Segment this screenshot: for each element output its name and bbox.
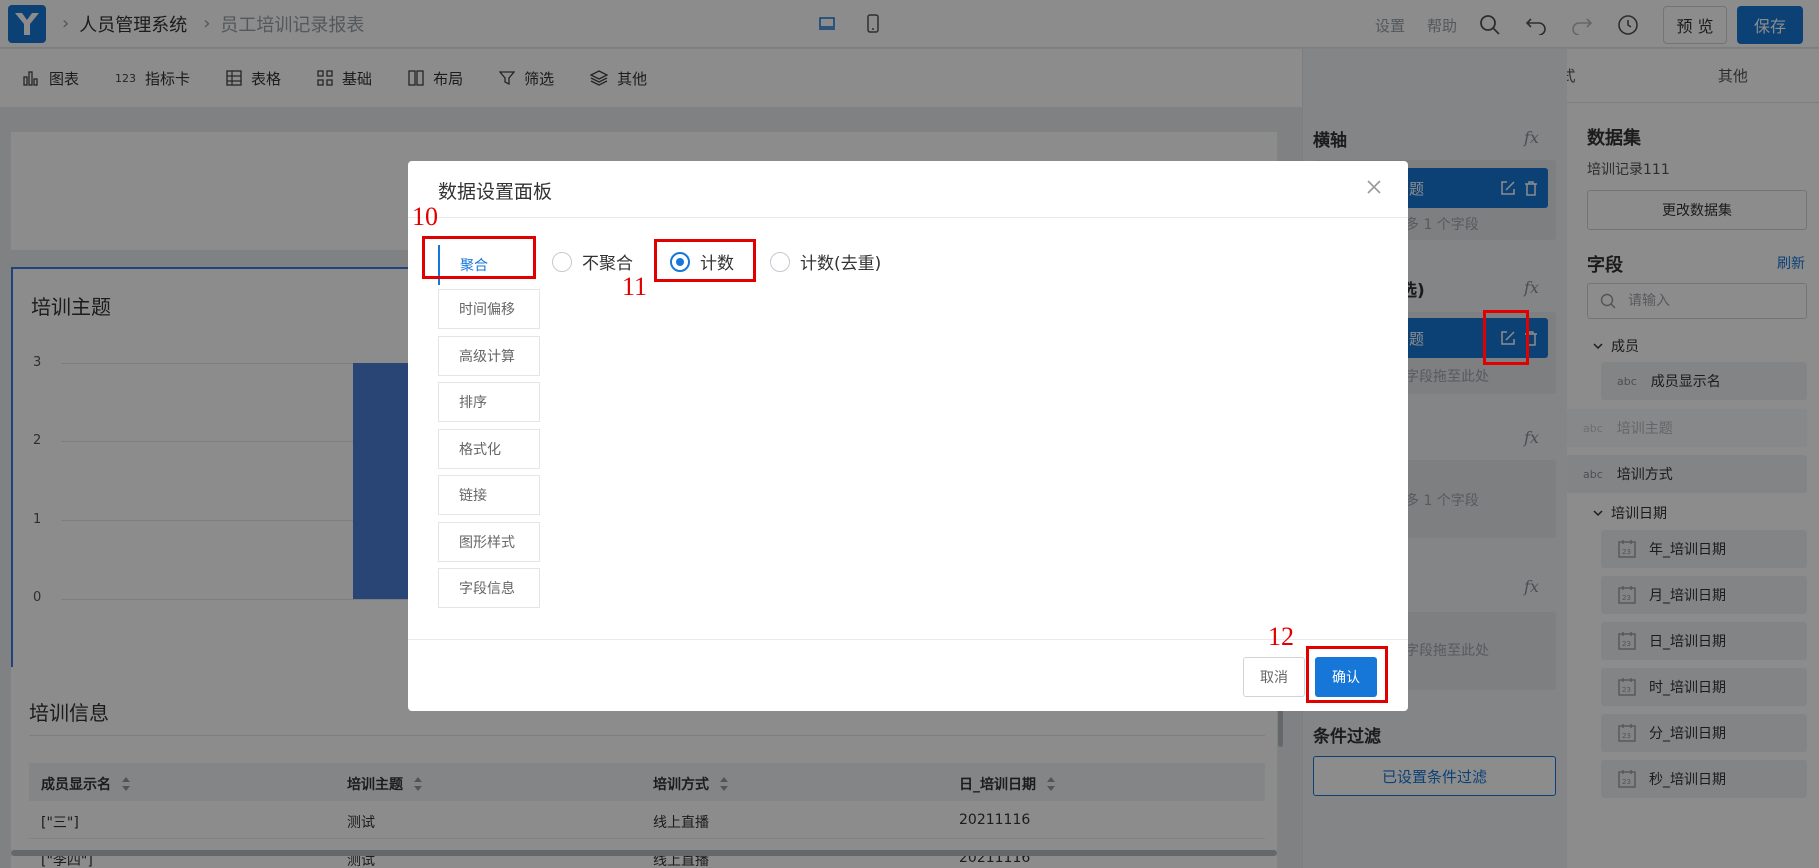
modal-tab-format[interactable]: 格式化 (438, 429, 540, 469)
modal-tab-sort[interactable]: 排序 (438, 382, 540, 422)
annotation-number: 10 (412, 202, 438, 231)
annotation-number: 11 (622, 272, 648, 301)
modal-tab-advanced-calc[interactable]: 高级计算 (438, 336, 540, 376)
modal-tab-graphic-style[interactable]: 图形样式 (438, 522, 540, 562)
annotation-box-count (654, 239, 756, 282)
modal-tab-link[interactable]: 链接 (438, 475, 540, 515)
radio-count-distinct[interactable]: 计数(去重) (770, 249, 881, 274)
radio-circle (770, 251, 790, 272)
data-settings-modal: 数据设置面板 聚合 时间偏移 高级计算 排序 格式化 链接 图形样式 字段信息 … (408, 161, 1408, 711)
radio-no-aggregate[interactable]: 不聚合 (552, 249, 633, 274)
modal-title: 数据设置面板 (438, 181, 553, 203)
close-icon[interactable] (1366, 179, 1382, 195)
modal-tab-field-info[interactable]: 字段信息 (438, 568, 540, 608)
annotation-box-aggregate (422, 236, 536, 279)
annotation-box-edit (1483, 310, 1529, 365)
radio-circle (552, 251, 572, 272)
divider (408, 217, 1408, 218)
annotation-number: 12 (1268, 622, 1294, 651)
cancel-button[interactable]: 取消 (1243, 657, 1305, 697)
modal-tab-time-offset[interactable]: 时间偏移 (438, 289, 540, 329)
divider (408, 639, 1408, 640)
annotation-box-confirm (1306, 646, 1388, 703)
